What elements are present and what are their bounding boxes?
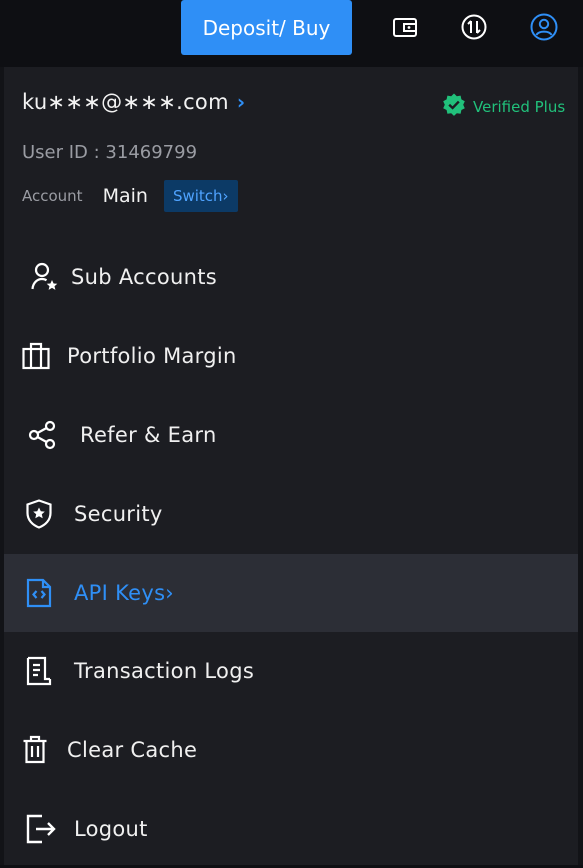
menu-label-logout: Logout [74,817,148,841]
chevron-right-icon: › [236,90,246,114]
logout-icon [24,812,58,846]
menu-item-logout[interactable]: Logout [4,790,578,868]
menu-label-portfolio-margin: Portfolio Margin [67,344,237,368]
sub-accounts-icon [28,260,62,294]
shield-icon [22,497,56,531]
verified-badge: Verified Plus [441,92,565,122]
account-row: Account Main Switch› [22,180,238,212]
menu-label-api-keys: API Keys› [74,581,175,605]
menu-item-security[interactable]: Security [4,475,578,553]
account-email: ku∗∗∗@∗∗∗.com [22,90,229,114]
menu-item-transaction-logs[interactable]: Transaction Logs [4,632,578,710]
wallet-icon[interactable] [390,12,420,42]
account-value: Main [102,185,148,207]
menu-label-security: Security [74,502,163,526]
share-icon [25,418,59,452]
menu-label-sub-accounts: Sub Accounts [71,265,217,289]
code-file-icon [22,576,56,610]
background-edge-right [578,67,583,865]
menu-item-sub-accounts[interactable]: Sub Accounts [4,238,578,316]
menu-item-portfolio-margin[interactable]: Portfolio Margin [4,317,578,395]
top-navigation-bar: Deposit/ Buy [0,0,583,66]
menu-item-refer-earn[interactable]: Refer & Earn [4,396,578,474]
menu-label-refer-earn: Refer & Earn [80,423,217,447]
document-icon [22,654,56,688]
account-email-link[interactable]: ku∗∗∗@∗∗∗.com › [22,90,245,114]
menu-label-clear-cache: Clear Cache [67,738,198,762]
menu-item-clear-cache[interactable]: Clear Cache [4,711,578,789]
deposit-buy-button[interactable]: Deposit/ Buy [181,0,352,55]
verified-check-icon [441,92,467,122]
account-label: Account [22,187,83,205]
portfolio-icon [19,339,53,373]
menu-label-transaction-logs: Transaction Logs [74,659,255,683]
user-id: User ID : 31469799 [22,142,198,163]
menu-item-api-keys[interactable]: API Keys› [4,554,578,632]
verified-label: Verified Plus [473,98,566,116]
user-profile-icon[interactable] [529,12,559,42]
switch-account-button[interactable]: Switch› [163,180,238,212]
trash-icon [18,733,52,767]
transfer-icon[interactable] [459,12,489,42]
